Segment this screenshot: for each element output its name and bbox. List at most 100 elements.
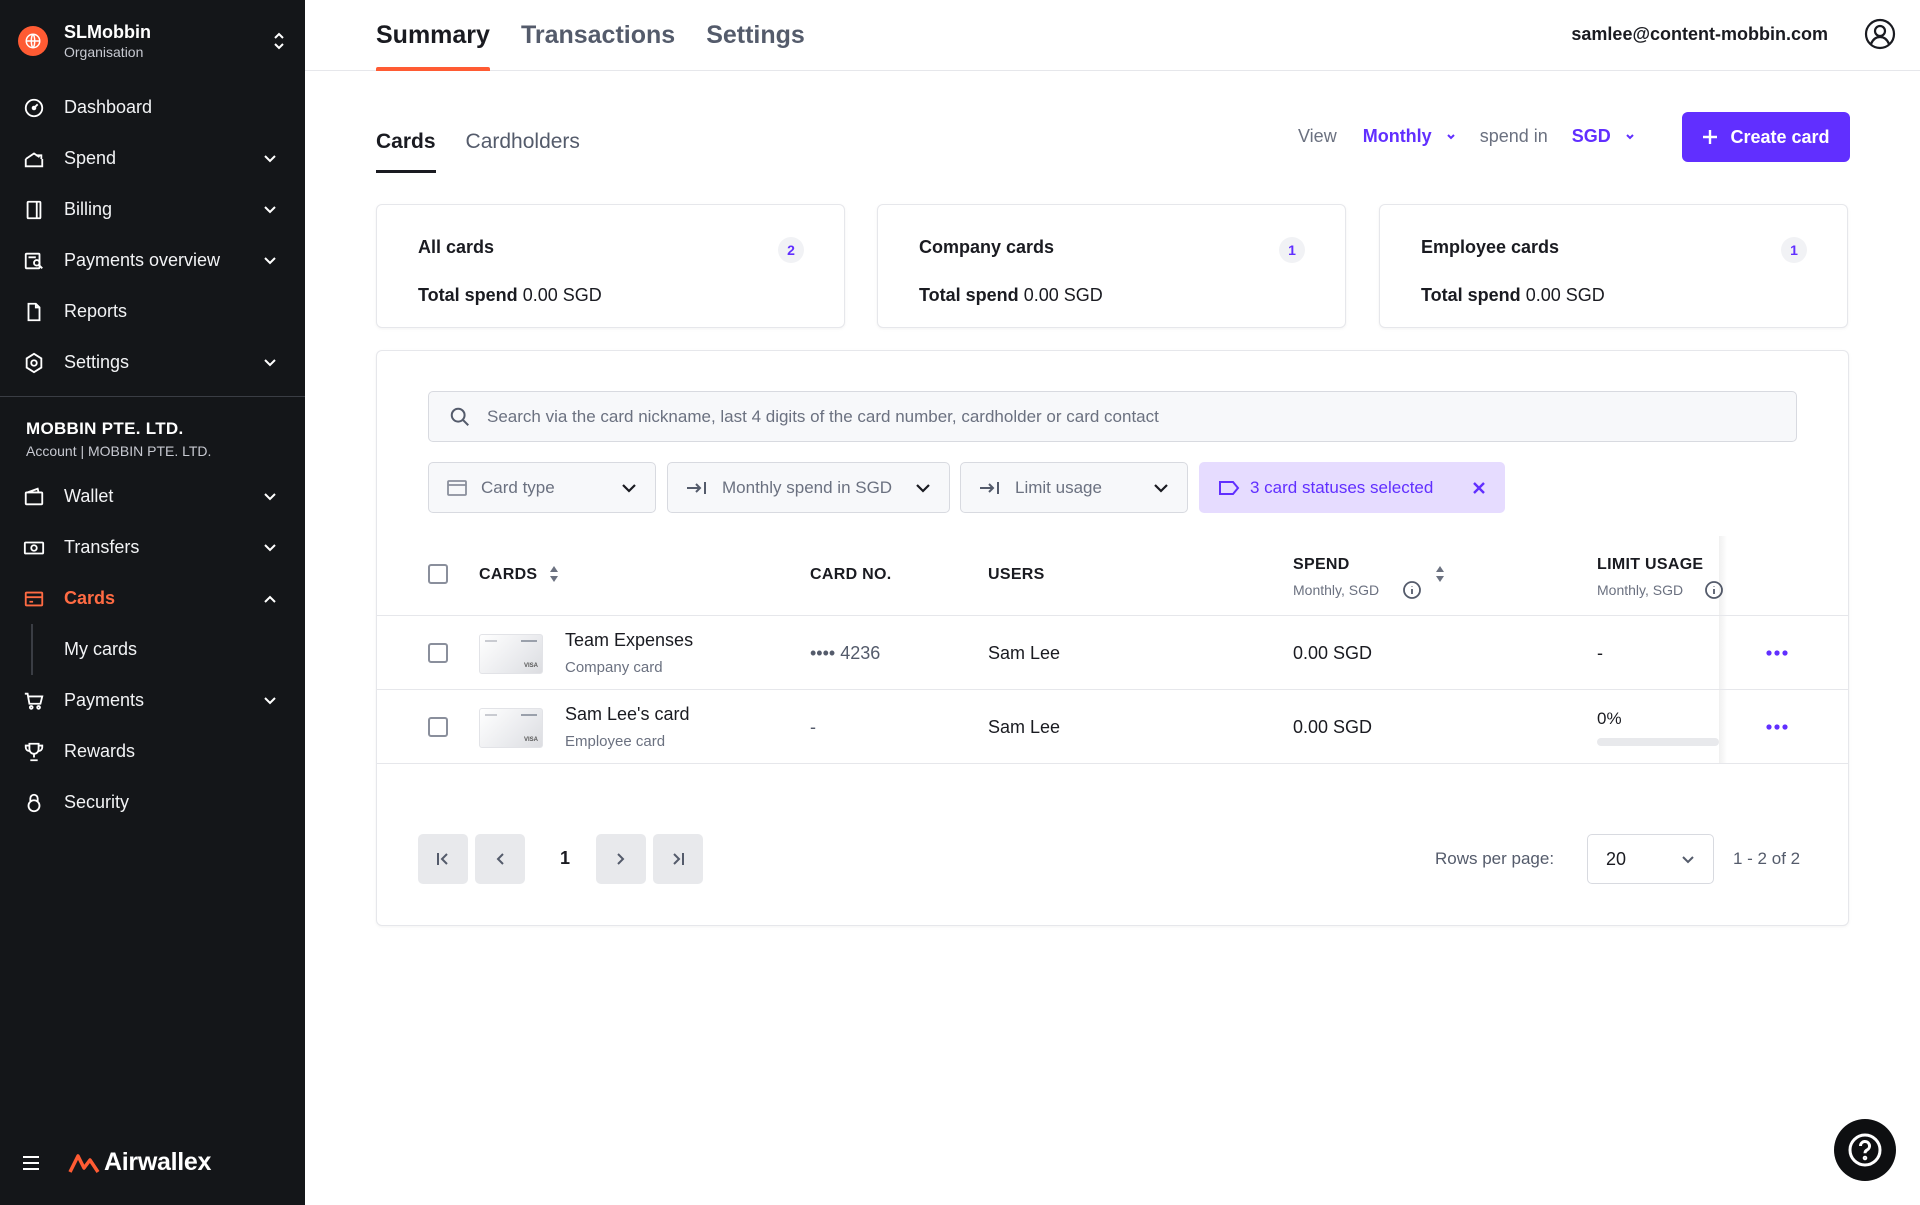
more-options-icon[interactable]: [1762, 638, 1792, 668]
tab-cards[interactable]: Cards: [376, 118, 436, 174]
chevron-down-icon: [621, 483, 637, 493]
sidebar-item-rewards[interactable]: Rewards: [0, 726, 305, 777]
currency-select[interactable]: SGD: [1572, 126, 1635, 147]
next-page-button[interactable]: [596, 834, 646, 884]
create-card-button[interactable]: Create card: [1682, 112, 1850, 162]
card-spend: 0.00 SGD: [1293, 717, 1373, 737]
sidebar-footer: Airwallex: [22, 1148, 211, 1177]
view-label: View: [1298, 126, 1337, 146]
card-name[interactable]: Sam Lee's card: [565, 704, 690, 725]
card-type: Employee card: [565, 733, 666, 750]
company-account: Account | MOBBIN PTE. LTD.: [26, 443, 212, 459]
sidebar-item-payments-overview[interactable]: Payments overview: [0, 235, 305, 286]
column-header-cards[interactable]: CARDS: [479, 566, 537, 584]
summary-card-company[interactable]: Company cards 1 Total spend 0.00 SGD: [877, 204, 1346, 328]
prev-page-button[interactable]: [475, 834, 525, 884]
clear-filter-icon[interactable]: [1472, 481, 1486, 495]
report-icon: [22, 300, 46, 324]
cart-icon: [22, 689, 46, 713]
summary-card-employee[interactable]: Employee cards 1 Total spend 0.00 SGD: [1379, 204, 1848, 328]
limit-usage: -: [1597, 643, 1603, 663]
count-badge: 2: [778, 237, 804, 263]
card-type-filter[interactable]: Card type: [428, 462, 656, 513]
sidebar-item-wallet[interactable]: Wallet: [0, 471, 305, 522]
card-number: -: [810, 717, 816, 737]
airwallex-logo-icon: [68, 1153, 100, 1173]
top-bar: Summary Transactions Settings samlee@con…: [305, 0, 1920, 71]
limit-progress-bar: [1597, 738, 1719, 746]
top-tabs: Summary Transactions Settings: [376, 0, 836, 71]
period-select[interactable]: Monthly: [1363, 126, 1456, 147]
more-options-icon[interactable]: [1762, 712, 1792, 742]
row-checkbox[interactable]: [428, 717, 448, 737]
card-name[interactable]: Team Expenses: [565, 630, 693, 651]
column-subheader-limit: Monthly, SGD: [1597, 582, 1684, 598]
period-value: Monthly: [1362, 126, 1432, 146]
rows-per-page-select[interactable]: 20: [1587, 834, 1714, 884]
chevron-down-icon: [1625, 133, 1635, 141]
sidebar-item-cards[interactable]: Cards: [0, 573, 305, 624]
column-header-spend[interactable]: SPEND: [1293, 556, 1350, 574]
transfer-icon: [22, 536, 46, 560]
card-icon: [447, 479, 467, 496]
user-email[interactable]: samlee@content-mobbin.com: [1571, 24, 1828, 45]
table-row[interactable]: VISA Sam Lee's card Employee card - Sam …: [377, 690, 1848, 764]
limit-usage-filter[interactable]: Limit usage: [960, 462, 1188, 513]
sidebar-subitem-my-cards[interactable]: My cards: [0, 624, 305, 675]
total-value: 0.00 SGD: [1023, 285, 1103, 305]
sidebar-item-reports[interactable]: Reports: [0, 286, 305, 337]
current-page[interactable]: 1: [558, 848, 572, 869]
sidebar-divider: [0, 396, 305, 397]
sidebar-item-billing[interactable]: Billing: [0, 184, 305, 235]
card-thumbnail: VISA: [479, 708, 543, 748]
column-header-users: USERS: [988, 566, 1045, 583]
chevron-left-icon: [494, 851, 506, 867]
account-header: MOBBIN PTE. LTD. Account | MOBBIN PTE. L…: [26, 419, 211, 459]
sidebar-item-payments[interactable]: Payments: [0, 675, 305, 726]
sort-icon[interactable]: [548, 564, 560, 584]
sort-icon[interactable]: [1434, 564, 1446, 584]
sidebar-item-label: Transfers: [64, 537, 140, 557]
cards-panel: Card type Monthly spend in SGD Limit usa…: [376, 350, 1849, 926]
user-avatar-icon[interactable]: [1864, 18, 1896, 50]
sidebar-item-security[interactable]: Security: [0, 777, 305, 828]
total-label: Total spend: [418, 285, 518, 305]
row-checkbox[interactable]: [428, 643, 448, 663]
chevron-right-icon: [615, 851, 627, 867]
summary-card-title: Company cards: [919, 237, 1055, 257]
sub-tabs: Cards Cardholders: [376, 118, 610, 174]
select-all-checkbox[interactable]: [428, 564, 448, 584]
currency-value: SGD: [1571, 126, 1611, 146]
range-arrow-icon: [979, 480, 1001, 496]
sidebar: SLMobbin Organisation Dashboard Spend Bi…: [0, 0, 305, 1205]
tab-cardholders[interactable]: Cardholders: [466, 118, 580, 174]
info-icon[interactable]: [1402, 580, 1422, 600]
column-shadow: [1719, 616, 1727, 689]
brand-logo: Airwallex: [68, 1148, 211, 1177]
card-user: Sam Lee: [988, 717, 1061, 737]
tab-settings[interactable]: Settings: [706, 0, 805, 71]
card-status-filter[interactable]: 3 card statuses selected: [1199, 462, 1505, 513]
table-row[interactable]: VISA Team Expenses Company card •••• 423…: [377, 616, 1848, 690]
help-button[interactable]: [1834, 1119, 1896, 1181]
monthly-spend-filter[interactable]: Monthly spend in SGD: [667, 462, 950, 513]
card-thumbnail: VISA: [479, 634, 543, 674]
summary-card-all[interactable]: All cards 2 Total spend 0.00 SGD: [376, 204, 845, 328]
chevron-down-icon: [259, 352, 281, 374]
rows-per-page-label: Rows per page:: [1435, 849, 1555, 868]
summary-card-total: Total spend 0.00 SGD: [418, 285, 602, 306]
count-badge: 1: [1279, 237, 1305, 263]
sidebar-item-settings[interactable]: Settings: [0, 337, 305, 388]
rows-per-page-value: 20: [1606, 848, 1627, 869]
sidebar-item-spend[interactable]: Spend: [0, 133, 305, 184]
org-switcher[interactable]: SLMobbin Organisation: [18, 18, 288, 64]
search-input[interactable]: [487, 406, 1787, 427]
sidebar-item-dashboard[interactable]: Dashboard: [0, 82, 305, 133]
first-page-button[interactable]: [418, 834, 468, 884]
tab-transactions[interactable]: Transactions: [521, 0, 675, 71]
menu-icon[interactable]: [22, 1152, 44, 1174]
last-page-button[interactable]: [653, 834, 703, 884]
sidebar-item-transfers[interactable]: Transfers: [0, 522, 305, 573]
tab-summary[interactable]: Summary: [376, 0, 490, 71]
chevron-up-down-icon[interactable]: [270, 29, 288, 53]
